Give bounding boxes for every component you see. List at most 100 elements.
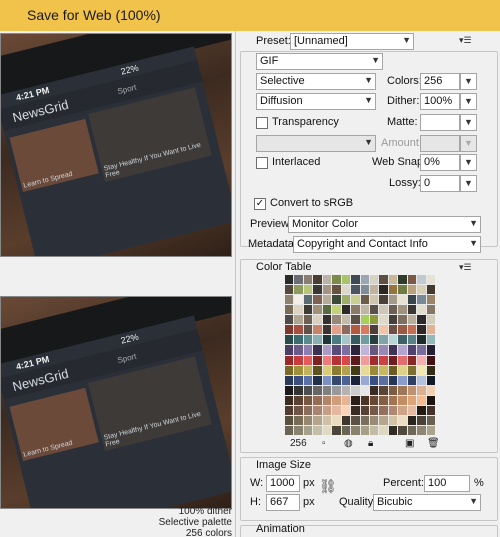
color-swatch[interactable] [398,395,407,405]
color-swatch[interactable] [303,425,313,435]
color-swatch[interactable] [341,365,351,375]
color-swatch[interactable] [332,315,341,325]
color-table-grid[interactable] [285,275,435,435]
color-swatch[interactable] [313,415,322,425]
color-swatch[interactable] [341,275,351,285]
color-swatch[interactable] [341,325,351,335]
metadata-select[interactable]: Copyright and Contact Info ▼ [293,236,481,253]
width-input[interactable]: 1000 [266,475,300,492]
color-swatch[interactable] [322,395,332,405]
color-swatch[interactable] [341,425,351,435]
color-swatch[interactable] [351,345,360,355]
color-swatch[interactable] [351,425,360,435]
color-swatch[interactable] [313,325,322,335]
color-swatch[interactable] [294,355,303,365]
color-swatch[interactable] [398,385,407,395]
color-table-menu-icon[interactable]: ▾☰ [459,262,472,273]
color-swatch[interactable] [351,395,360,405]
color-swatch[interactable] [322,335,332,345]
color-swatch[interactable] [426,415,435,425]
color-swatch[interactable] [351,375,360,385]
color-swatch[interactable] [313,305,322,315]
color-swatch[interactable] [426,365,435,375]
color-swatch[interactable] [417,355,426,365]
color-swatch[interactable] [322,305,332,315]
color-swatch[interactable] [322,425,332,435]
color-swatch[interactable] [360,375,369,385]
color-swatch[interactable] [313,315,322,325]
color-swatch[interactable] [351,295,360,305]
color-swatch[interactable] [398,425,407,435]
color-swatch[interactable] [332,395,341,405]
color-swatch[interactable] [285,415,294,425]
color-swatch[interactable] [426,355,435,365]
color-swatch[interactable] [303,315,313,325]
color-swatch[interactable] [351,285,360,295]
color-swatch[interactable] [379,395,388,405]
color-swatch[interactable] [332,325,341,335]
color-swatch[interactable] [379,345,388,355]
color-swatch[interactable] [322,285,332,295]
color-swatch[interactable] [388,275,398,285]
color-swatch[interactable] [285,325,294,335]
color-swatch[interactable] [388,385,398,395]
color-swatch[interactable] [332,295,341,305]
color-swatch[interactable] [417,305,426,315]
color-swatch[interactable] [369,275,379,285]
color-swatch[interactable] [351,415,360,425]
color-swatch[interactable] [388,415,398,425]
web-snap-dropdown[interactable]: ▼ [460,154,477,171]
color-swatch[interactable] [341,295,351,305]
preset-menu-icon[interactable]: ▾☰ [459,35,472,46]
color-swatch[interactable] [417,295,426,305]
color-swatch[interactable] [426,275,435,285]
color-swatch[interactable] [369,415,379,425]
color-swatch[interactable] [426,405,435,415]
color-swatch[interactable] [426,305,435,315]
color-swatch[interactable] [322,325,332,335]
color-swatch[interactable] [285,295,294,305]
color-swatch[interactable] [294,275,303,285]
preset-select[interactable]: [Unnamed] ▼ [290,33,414,50]
color-swatch[interactable] [379,325,388,335]
color-swatch[interactable] [388,405,398,415]
color-swatch[interactable] [332,355,341,365]
color-swatch[interactable] [303,325,313,335]
color-swatch[interactable] [388,325,398,335]
color-swatch[interactable] [360,345,369,355]
amount-input[interactable] [420,135,460,152]
color-swatch[interactable] [379,425,388,435]
color-swatch[interactable] [379,315,388,325]
color-swatch[interactable] [407,395,417,405]
color-swatch[interactable] [360,285,369,295]
preview-optimized[interactable]: 4:21 PM 22% NewsGrid Sport Learn to Spre… [0,296,232,509]
color-swatch[interactable] [417,285,426,295]
color-swatch[interactable] [285,385,294,395]
color-swatch[interactable] [398,335,407,345]
color-swatch[interactable] [303,355,313,365]
format-select[interactable]: GIF ▼ [256,53,383,70]
matte-dropdown[interactable]: ▼ [460,114,477,131]
color-swatch[interactable] [388,375,398,385]
color-swatch[interactable] [379,375,388,385]
color-swatch[interactable] [351,315,360,325]
color-swatch[interactable] [332,385,341,395]
color-swatch[interactable] [313,335,322,345]
color-swatch[interactable] [360,305,369,315]
color-swatch[interactable] [398,405,407,415]
color-swatch[interactable] [407,335,417,345]
color-swatch[interactable] [407,315,417,325]
color-swatch[interactable] [417,395,426,405]
color-swatch[interactable] [417,365,426,375]
color-swatch[interactable] [322,385,332,395]
color-swatch[interactable] [285,345,294,355]
color-swatch[interactable] [313,375,322,385]
color-swatch[interactable] [303,285,313,295]
color-swatch[interactable] [369,355,379,365]
color-swatch[interactable] [294,335,303,345]
color-swatch[interactable] [322,355,332,365]
transparency-dither-select[interactable]: ▼ [256,135,376,152]
color-swatch[interactable] [313,365,322,375]
interlaced-checkbox[interactable] [256,157,268,169]
color-swatch[interactable] [351,365,360,375]
